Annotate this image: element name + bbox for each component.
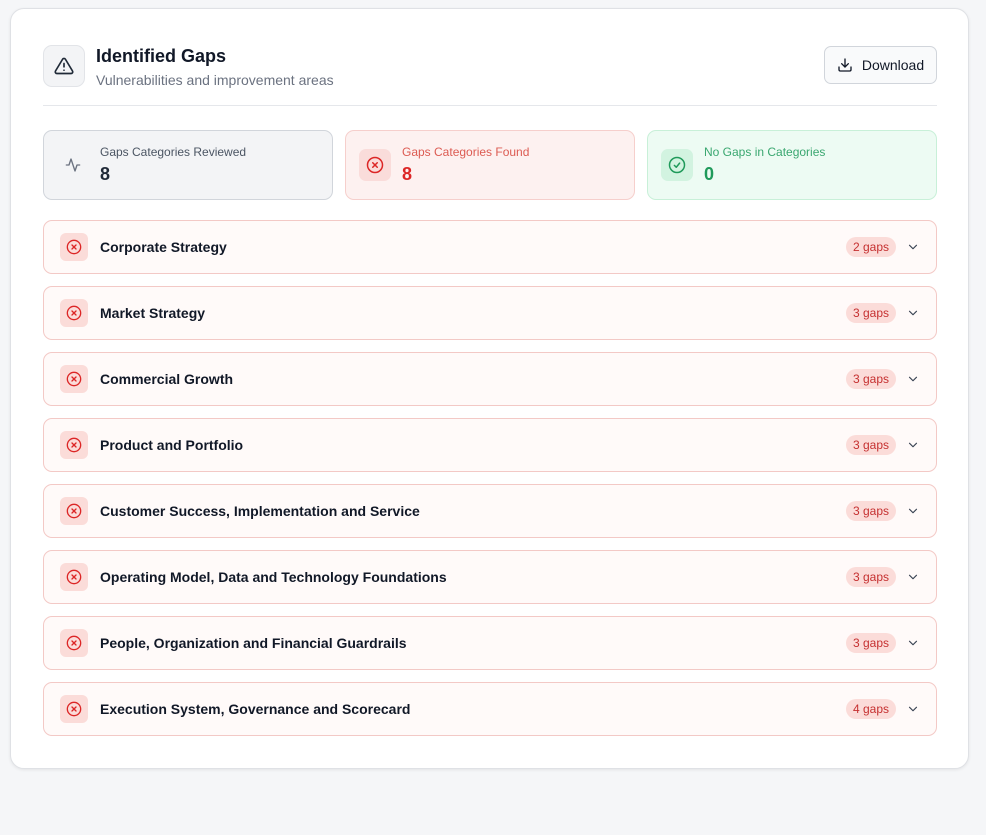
gap-category-list: Corporate Strategy 2 gaps Market Strateg…	[43, 220, 937, 736]
activity-icon	[57, 149, 89, 181]
category-name: Commercial Growth	[100, 371, 234, 387]
page-subtitle: Vulnerabilities and improvement areas	[96, 72, 334, 88]
page-title: Identified Gaps	[96, 46, 227, 66]
category-row-operating-model[interactable]: Operating Model, Data and Technology Fou…	[43, 550, 937, 604]
category-row-corporate-strategy[interactable]: Corporate Strategy 2 gaps	[43, 220, 937, 274]
stat-reviewed: Gaps Categories Reviewed 8	[43, 130, 333, 200]
download-label: Download	[861, 57, 925, 73]
identified-gaps-card: Identified Gaps Vulnerabilities and impr…	[10, 8, 969, 769]
x-circle-icon	[359, 149, 391, 181]
stat-value: 8	[402, 164, 413, 184]
chevron-down-icon[interactable]	[904, 568, 922, 586]
category-row-market-strategy[interactable]: Market Strategy 3 gaps	[43, 286, 937, 340]
gap-count-badge: 2 gaps	[845, 237, 896, 257]
chevron-down-icon[interactable]	[904, 700, 922, 718]
card-header: Identified Gaps Vulnerabilities and impr…	[43, 45, 937, 106]
stat-found: Gaps Categories Found 8	[345, 130, 635, 200]
x-circle-icon	[60, 497, 88, 525]
chevron-down-icon[interactable]	[904, 304, 922, 322]
gap-count-badge: 3 gaps	[845, 501, 896, 521]
category-row-execution-system[interactable]: Execution System, Governance and Scoreca…	[43, 682, 937, 736]
x-circle-icon	[60, 695, 88, 723]
x-circle-icon	[60, 431, 88, 459]
stat-no-gaps: No Gaps in Categories 0	[647, 130, 937, 200]
alert-triangle-icon	[43, 45, 85, 87]
category-name: Market Strategy	[100, 305, 206, 321]
gap-count-badge: 3 gaps	[845, 303, 896, 323]
stat-label: Gaps Categories Reviewed	[100, 145, 247, 159]
category-name: Corporate Strategy	[100, 239, 227, 255]
chevron-down-icon[interactable]	[904, 502, 922, 520]
x-circle-icon	[60, 233, 88, 261]
gap-count-badge: 4 gaps	[845, 699, 896, 719]
stat-label: No Gaps in Categories	[704, 145, 826, 159]
gap-count-badge: 3 gaps	[845, 567, 896, 587]
x-circle-icon	[60, 563, 88, 591]
category-row-commercial-growth[interactable]: Commercial Growth 3 gaps	[43, 352, 937, 406]
x-circle-icon	[60, 365, 88, 393]
stat-value: 8	[100, 164, 111, 184]
gap-count-badge: 3 gaps	[845, 633, 896, 653]
check-circle-icon	[661, 149, 693, 181]
gap-count-badge: 3 gaps	[845, 435, 896, 455]
header-divider	[43, 105, 937, 106]
category-row-customer-success[interactable]: Customer Success, Implementation and Ser…	[43, 484, 937, 538]
category-name: Operating Model, Data and Technology Fou…	[100, 569, 447, 585]
chevron-down-icon[interactable]	[904, 634, 922, 652]
x-circle-icon	[60, 629, 88, 657]
stat-value: 0	[704, 164, 715, 184]
category-row-people-organization[interactable]: People, Organization and Financial Guard…	[43, 616, 937, 670]
download-icon	[837, 57, 853, 73]
x-circle-icon	[60, 299, 88, 327]
category-name: Execution System, Governance and Scoreca…	[100, 701, 411, 717]
stats-row: Gaps Categories Reviewed 8 Gaps Categori…	[43, 130, 937, 200]
stat-label: Gaps Categories Found	[402, 145, 530, 159]
category-row-product-and-portfolio[interactable]: Product and Portfolio 3 gaps	[43, 418, 937, 472]
category-name: People, Organization and Financial Guard…	[100, 635, 407, 651]
category-name: Product and Portfolio	[100, 437, 244, 453]
download-button[interactable]: Download	[824, 46, 937, 84]
chevron-down-icon[interactable]	[904, 436, 922, 454]
chevron-down-icon[interactable]	[904, 370, 922, 388]
category-name: Customer Success, Implementation and Ser…	[100, 503, 420, 519]
chevron-down-icon[interactable]	[904, 238, 922, 256]
gap-count-badge: 3 gaps	[845, 369, 896, 389]
